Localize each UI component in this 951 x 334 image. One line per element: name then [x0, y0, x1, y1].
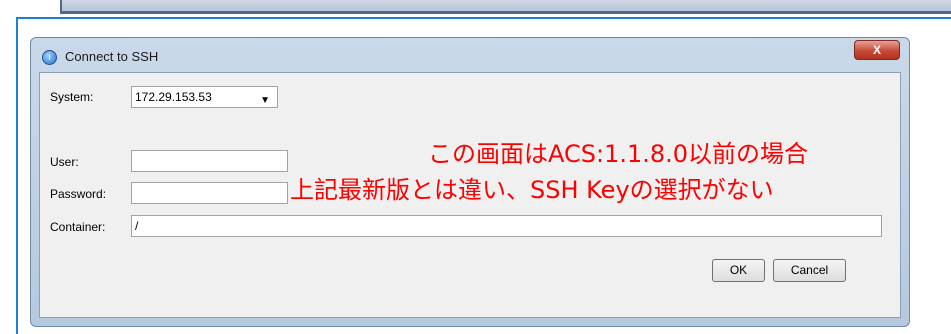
- container-label: Container:: [50, 220, 106, 234]
- chevron-down-icon[interactable]: ▼: [260, 91, 270, 111]
- password-field[interactable]: [131, 182, 288, 204]
- background-window-edge: [60, 0, 951, 14]
- system-label: System:: [50, 90, 94, 104]
- system-combobox[interactable]: 172.29.153.53 ▼: [131, 86, 278, 108]
- annotation-line-1: この画面はACS:1.1.8.0以前の場合: [428, 140, 809, 168]
- annotation-line-2: 上記最新版とは違い、SSH Keyの選択がない: [290, 176, 774, 204]
- container-field[interactable]: /: [131, 215, 882, 237]
- frame-line-left: [16, 17, 18, 334]
- close-button[interactable]: X: [854, 40, 900, 60]
- cancel-button[interactable]: Cancel: [773, 259, 846, 282]
- dialog-titlebar[interactable]: i Connect to SSH X: [31, 38, 909, 72]
- dialog-title: Connect to SSH: [65, 49, 159, 64]
- user-label: User:: [50, 155, 79, 169]
- ok-button[interactable]: OK: [712, 259, 765, 282]
- password-label: Password:: [50, 187, 107, 201]
- app-icon: i: [42, 50, 57, 65]
- system-value: 172.29.153.53: [135, 90, 212, 104]
- frame-line-top: [16, 17, 951, 19]
- user-field[interactable]: [131, 150, 288, 172]
